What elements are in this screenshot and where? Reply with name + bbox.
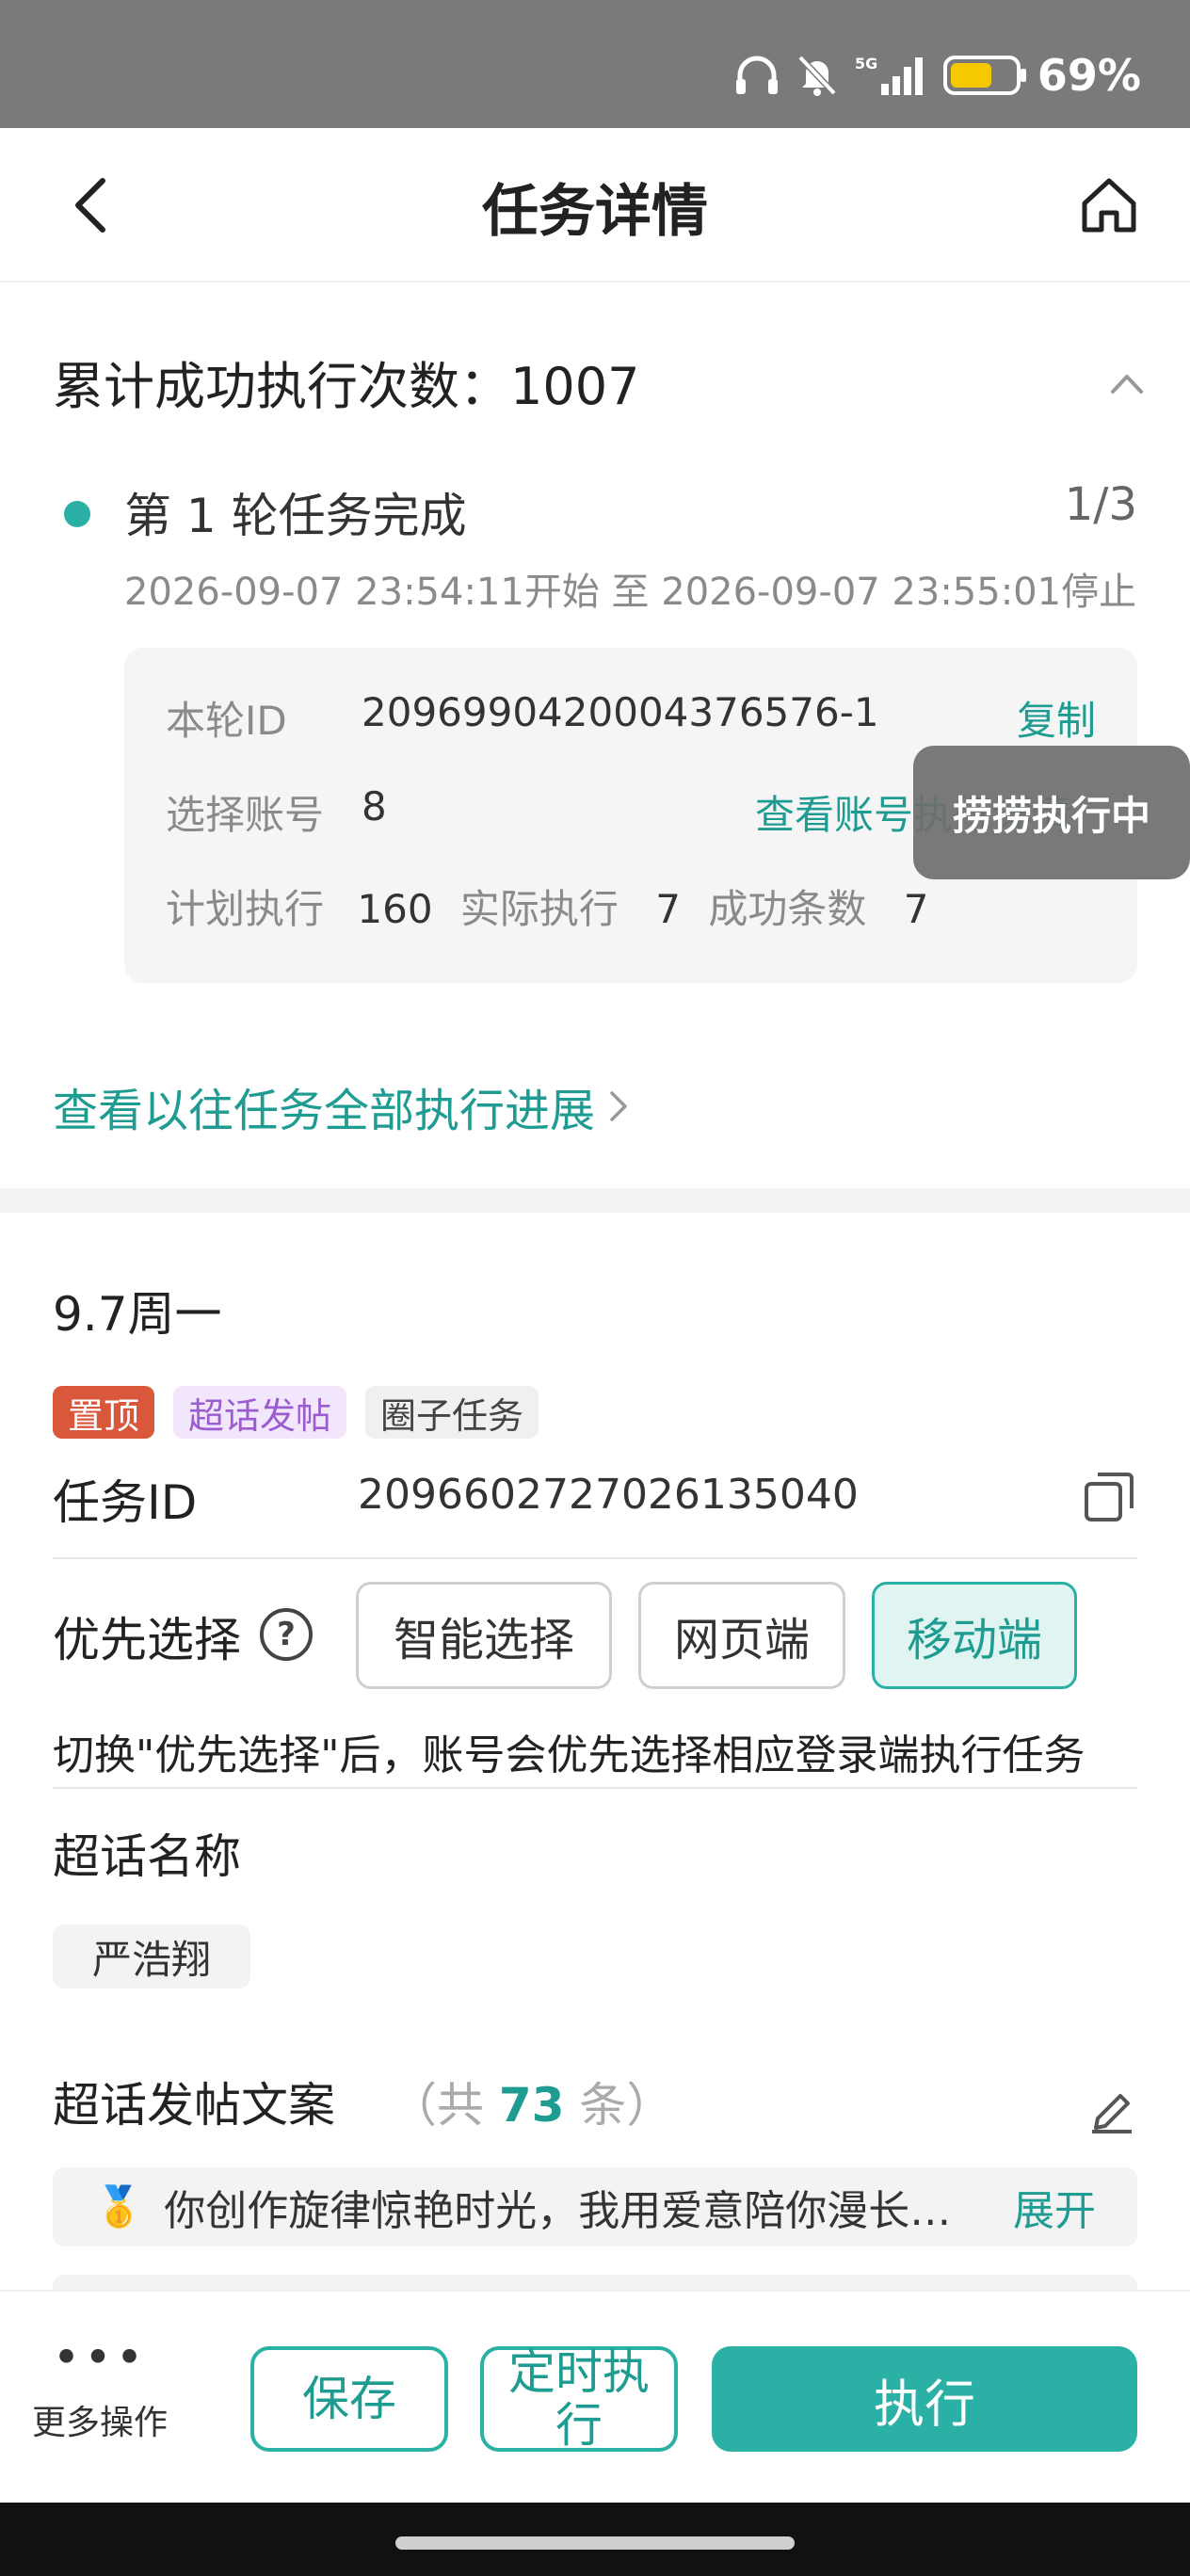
divider	[53, 1557, 1137, 1559]
battery-percent: 69%	[1037, 50, 1141, 101]
task-detail: 9.7周一 置顶 超话发帖 圈子任务 任务ID 2096602727026135…	[0, 1213, 1190, 2290]
option-smart[interactable]: 智能选择	[356, 1582, 612, 1689]
post-copy-text: 你创作旋律惊艳时光，我用爱意陪你漫长…	[164, 2187, 952, 2235]
topic-name-label: 超话名称	[53, 1829, 241, 1884]
mute-bell-icon	[797, 55, 837, 96]
post-copy-item[interactable]: 🥇 你创作旋律惊艳时光，我用爱意陪你漫长… 展开	[53, 2167, 1137, 2246]
plan-value: 160	[357, 886, 433, 932]
copy-round-id-link[interactable]: 复制	[1017, 689, 1096, 747]
battery-icon	[942, 56, 1026, 95]
post-copy-item[interactable]	[53, 2275, 1137, 2290]
success-count: 累计成功执行次数：1007	[53, 357, 640, 416]
history-link-label: 查看以往任务全部执行进展	[53, 1085, 596, 1137]
tag-circle-task: 圈子任务	[365, 1386, 539, 1439]
chevron-right-icon	[610, 1091, 627, 1121]
execute-button[interactable]: 执行	[712, 2346, 1137, 2452]
round-title: 第 1 轮任务完成	[124, 489, 467, 543]
execution-stats-row: 计划执行 160 实际执行 7 成功条数 7	[166, 877, 928, 935]
status-bar: 5G 69%	[0, 0, 1190, 128]
medal-icon: 🥇	[94, 2183, 144, 2230]
signal-5g-icon: 5G	[855, 55, 923, 95]
task-id-value: 2096602727026135040	[358, 1471, 859, 1519]
actual-label: 实际执行	[459, 886, 619, 932]
bottom-action-bar: ••• 更多操作 保存 定时执行 执行	[0, 2290, 1190, 2503]
save-button[interactable]: 保存	[250, 2346, 448, 2452]
app-header: 任务详情	[0, 128, 1190, 282]
home-indicator[interactable]	[395, 2536, 795, 2550]
task-date: 9.7周一	[53, 1287, 222, 1342]
page-title: 任务详情	[482, 179, 708, 245]
expand-link[interactable]: 展开	[1013, 2177, 1096, 2237]
round-fraction: 1/3	[1064, 478, 1137, 531]
task-id-label: 任务ID	[53, 1475, 198, 1530]
topic-name-chip: 严浩翔	[53, 1924, 251, 1988]
edit-icon[interactable]	[1085, 2083, 1137, 2135]
status-icons: 5G 69%	[734, 47, 1141, 104]
task-tags: 置顶 超话发帖 圈子任务	[53, 1386, 539, 1439]
status-dot	[64, 501, 90, 527]
post-copy-label: 超话发帖文案	[53, 2078, 335, 2133]
execution-summary: 累计成功执行次数：1007 第 1 轮任务完成 1/3 2026-09-07 2…	[0, 282, 1190, 1188]
toast-message: 捞捞执行中	[913, 746, 1190, 879]
copy-count-prefix: （共	[390, 2078, 484, 2133]
accounts-value: 8	[362, 783, 387, 829]
accounts-label: 选择账号	[166, 792, 325, 838]
more-actions-button[interactable]: ••• 更多操作	[26, 2330, 173, 2444]
more-dots-icon: •••	[52, 2330, 148, 2385]
round-id-value: 20969904200043765​76-1	[362, 689, 879, 735]
priority-label: 优先选择	[53, 1613, 241, 1667]
divider	[53, 1787, 1137, 1789]
tag-pinned: 置顶	[53, 1386, 155, 1439]
round-id-label: 本轮ID	[166, 698, 287, 744]
help-icon[interactable]: ?	[260, 1608, 313, 1661]
schedule-execute-button[interactable]: 定时执行	[480, 2346, 678, 2452]
more-actions-label: 更多操作	[31, 2404, 168, 2442]
copy-icon[interactable]	[1081, 1469, 1137, 1525]
post-copy-count: （共 73 条）	[390, 2068, 673, 2135]
accounts-row: 选择账号 8	[166, 783, 387, 841]
copy-count-suffix: 条）	[579, 2078, 674, 2133]
svg-text:5G: 5G	[855, 55, 877, 72]
home-button[interactable]	[1075, 171, 1143, 239]
headphones-icon	[735, 56, 778, 94]
system-nav-bar	[0, 2503, 1190, 2576]
copy-count-number: 73	[498, 2078, 565, 2133]
tag-super-topic-post: 超话发帖	[173, 1386, 347, 1439]
section-divider	[0, 1188, 1190, 1213]
history-progress-link[interactable]: 查看以往任务全部执行进展	[53, 1073, 629, 1139]
option-mobile[interactable]: 移动端	[872, 1582, 1077, 1689]
chevron-up-icon[interactable]	[1105, 362, 1149, 405]
success-value: 7	[903, 886, 929, 932]
priority-hint: 切换"优先选择"后，账号会优先选择相应登录端执行任务	[53, 1731, 1085, 1779]
round-id-row: 本轮ID 20969904200043765​76-1	[166, 689, 879, 747]
actual-value: 7	[655, 886, 682, 932]
option-web[interactable]: 网页端	[638, 1582, 845, 1689]
round-time: 2026-09-07 23:54:11开始 至 2026-09-07 23:55…	[124, 571, 1137, 614]
plan-label: 计划执行	[166, 886, 325, 932]
home-icon	[1082, 178, 1136, 233]
success-label: 成功条数	[708, 886, 867, 932]
